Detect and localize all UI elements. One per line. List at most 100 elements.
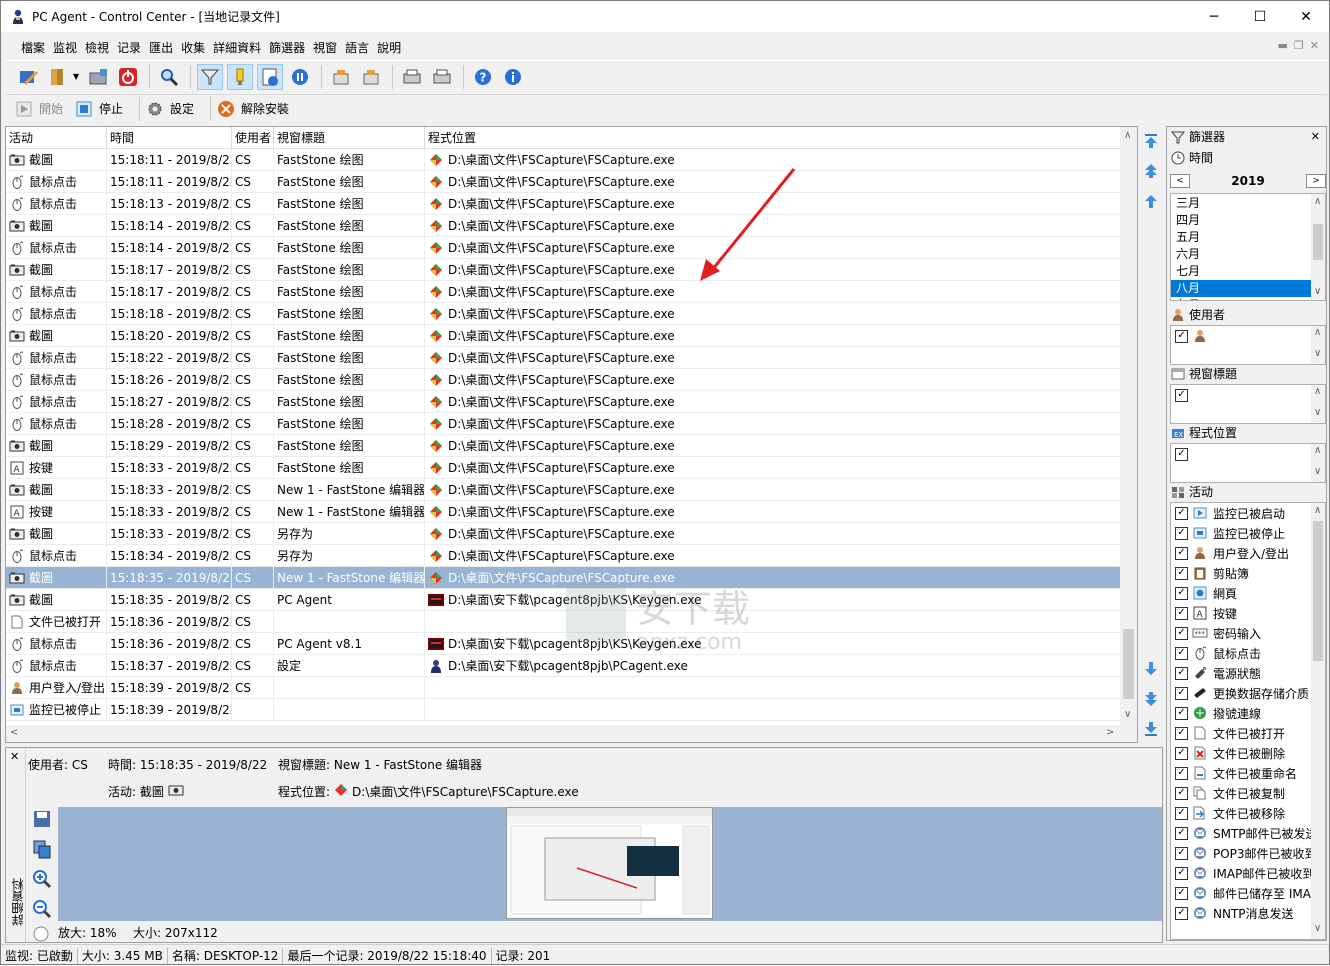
print-preview-icon[interactable]	[429, 64, 455, 90]
activity-filter-item[interactable]: ✓ 文件已被删除	[1171, 743, 1325, 763]
highlight-icon[interactable]	[227, 63, 254, 90]
pause-icon[interactable]	[287, 64, 313, 90]
computer-export-icon[interactable]	[85, 64, 111, 90]
menu-file[interactable]: 檔案	[17, 39, 49, 56]
table-row[interactable]: 鼠标点击 15:18:27 - 2019/8/22 CS FastStone 绘图 D:…	[6, 390, 1121, 413]
table-row[interactable]: 截圖 15:18:29 - 2019/8/22 CS FastStone 绘图 D:\桌…	[6, 434, 1121, 457]
scroll-up-icon[interactable]: ∧	[1124, 130, 1131, 141]
year-next-button[interactable]: >	[1306, 174, 1326, 188]
minimize-button[interactable]: ─	[1191, 1, 1237, 32]
activity-filter-item[interactable]: ✓ 更换数据存储介质	[1171, 683, 1325, 703]
activity-filter-checkbox[interactable]: ✓	[1175, 626, 1188, 640]
activity-filter-item[interactable]: ✓ 撥號連線	[1171, 703, 1325, 723]
menu-language[interactable]: 語言	[341, 39, 373, 56]
filter-close-icon[interactable]: ✕	[1311, 130, 1320, 143]
scroll-right-icon[interactable]: >	[1106, 727, 1114, 738]
settings-button[interactable]: 設定	[146, 100, 194, 118]
activity-filter-item[interactable]: ✓ A 按键	[1171, 603, 1325, 623]
activity-filter-checkbox[interactable]: ✓	[1175, 726, 1188, 740]
activity-filter-checkbox[interactable]: ✓	[1175, 766, 1188, 780]
activity-filter-checkbox[interactable]: ✓	[1175, 786, 1188, 800]
window-title-filter-item[interactable]: ✓	[1171, 385, 1325, 405]
up-icon[interactable]	[1143, 192, 1159, 210]
uninstall-button[interactable]: 解除安裝	[217, 100, 289, 118]
menu-export[interactable]: 匯出	[145, 39, 177, 56]
activity-scroll-up-icon[interactable]: ∧	[1314, 505, 1321, 516]
activity-filter-item[interactable]: ✓ IMAP邮件已被收到	[1171, 863, 1325, 883]
activity-filter-checkbox[interactable]: ✓	[1175, 526, 1188, 540]
power-icon[interactable]	[115, 64, 141, 90]
close-button[interactable]: ✕	[1283, 1, 1329, 32]
table-row[interactable]: 截圖 15:18:33 - 2019/8/22 CS 另存为 D:\桌面\文件\FSCa…	[6, 522, 1121, 545]
user-filter-checkbox[interactable]: ✓	[1175, 329, 1188, 343]
program-filter-item[interactable]: ✓	[1171, 444, 1325, 464]
table-row[interactable]: A 按键 15:18:33 - 2019/8/22 CS FastStone 绘图 D:\…	[6, 456, 1121, 479]
dropdown-arrow-icon[interactable]: ▼	[73, 72, 79, 81]
database-import-icon[interactable]	[358, 64, 384, 90]
copy-icon[interactable]	[29, 836, 55, 862]
table-row[interactable]: 鼠标点击 15:18:34 - 2019/8/22 CS 另存为 D:\桌面\文件\FS…	[6, 544, 1121, 567]
table-row[interactable]: 截圖 15:18:35 - 2019/8/22 CS PC Agent D:\桌面\安下…	[6, 588, 1121, 611]
table-row[interactable]: 文件已被打开 15:18:36 - 2019/8/22 CS	[6, 610, 1121, 633]
scroll-thumb[interactable]	[1123, 629, 1134, 699]
month-item[interactable]: 六月	[1171, 246, 1325, 263]
activity-filter-checkbox[interactable]: ✓	[1175, 686, 1188, 700]
table-row[interactable]: 截圖 15:18:11 - 2019/8/22 CS FastStone 绘图 D:\桌…	[6, 148, 1121, 171]
menu-record[interactable]: 记录	[113, 39, 145, 56]
month-item[interactable]: 三月	[1171, 195, 1325, 212]
user-filter-scrollbar[interactable]: ∧ ∨	[1311, 326, 1325, 364]
activity-filter-checkbox[interactable]: ✓	[1175, 826, 1188, 840]
activity-filter-checkbox[interactable]: ✓	[1175, 586, 1188, 600]
go-first-icon[interactable]	[1143, 132, 1159, 150]
program-filter-scrollbar[interactable]: ∧ ∨	[1311, 444, 1325, 482]
table-row[interactable]: 鼠标点击 15:18:18 - 2019/8/22 CS FastStone 绘图 D:…	[6, 302, 1121, 325]
month-item[interactable]: 九月	[1171, 297, 1325, 300]
activity-filter-item[interactable]: ✓ 網頁	[1171, 583, 1325, 603]
activity-filter-checkbox[interactable]: ✓	[1175, 866, 1188, 880]
column-activity[interactable]: 活动	[6, 127, 107, 149]
table-row[interactable]: 截圖 15:18:17 - 2019/8/22 CS FastStone 绘图 D:\桌…	[6, 258, 1121, 281]
month-scroll-thumb[interactable]	[1313, 224, 1323, 260]
table-row[interactable]: 截圖 15:18:33 - 2019/8/22 CS New 1 - FastSton…	[6, 478, 1121, 501]
window-title-filter-scrollbar[interactable]: ∧ ∨	[1311, 385, 1325, 423]
go-last-icon[interactable]	[1143, 720, 1159, 738]
activity-filter-checkbox[interactable]: ✓	[1175, 566, 1188, 580]
column-window-title[interactable]: 視窗標題	[274, 127, 425, 149]
start-button[interactable]: 開始	[15, 100, 63, 118]
month-scrollbar[interactable]: ∧ ∨	[1311, 194, 1325, 300]
page-down-icon[interactable]	[1143, 690, 1159, 708]
print-icon[interactable]	[399, 64, 425, 90]
column-user[interactable]: 使用者	[232, 127, 274, 149]
activity-filter-item[interactable]: ✓ 用户登入/登出	[1171, 543, 1325, 563]
table-row[interactable]: 截圖 15:18:35 - 2019/8/22 CS New 1 - FastSton…	[6, 566, 1121, 589]
table-row[interactable]: 鼠标点击 15:18:36 - 2019/8/22 CS PC Agent v8.1 D…	[6, 632, 1121, 655]
activity-filter-item[interactable]: ✓ SMTP邮件已被发送	[1171, 823, 1325, 843]
month-item[interactable]: 七月	[1171, 263, 1325, 280]
year-prev-button[interactable]: <	[1170, 174, 1190, 188]
activity-filter-item[interactable]: ✓ 電源狀態	[1171, 663, 1325, 683]
zoom-in-icon[interactable]	[29, 866, 55, 892]
table-row[interactable]: 鼠标点击 15:18:26 - 2019/8/22 CS FastStone 绘图 D:…	[6, 368, 1121, 391]
mdi-minimize-icon[interactable]: ▬	[1278, 39, 1288, 52]
activity-filter-item[interactable]: ✓ *** 密码输入	[1171, 623, 1325, 643]
column-program-path[interactable]: 程式位置	[425, 127, 1121, 149]
table-row[interactable]: 鼠标点击 15:18:14 - 2019/8/22 CS FastStone 绘图 D:…	[6, 236, 1121, 259]
table-row[interactable]: 截圖 15:18:20 - 2019/8/22 CS FastStone 绘图 D:\桌…	[6, 324, 1121, 347]
maximize-button[interactable]: ☐	[1237, 1, 1283, 32]
help-icon[interactable]: ?	[470, 64, 496, 90]
activity-filter-checkbox[interactable]: ✓	[1175, 506, 1188, 520]
activity-filter-item[interactable]: ✓ 监控已被启动	[1171, 503, 1325, 523]
activity-filter-checkbox[interactable]: ✓	[1175, 746, 1188, 760]
activity-filter-checkbox[interactable]: ✓	[1175, 666, 1188, 680]
activity-filter-item[interactable]: ✓ NNTP消息发送	[1171, 903, 1325, 923]
table-row[interactable]: A 按键 15:18:33 - 2019/8/22 CS New 1 - FastSto…	[6, 500, 1121, 523]
activity-filter-checkbox[interactable]: ✓	[1175, 846, 1188, 860]
month-item[interactable]: 八月	[1171, 280, 1325, 297]
activity-filter-checkbox[interactable]: ✓	[1175, 806, 1188, 820]
database-export-icon[interactable]	[328, 64, 354, 90]
activity-filter-item[interactable]: ✓ POP3邮件已被收到	[1171, 843, 1325, 863]
book-icon[interactable]	[45, 64, 71, 90]
activity-filter-scrollbar[interactable]: ∧ ∨	[1311, 503, 1325, 939]
program-filter-checkbox[interactable]: ✓	[1175, 447, 1188, 461]
activity-filter-item[interactable]: ✓ 文件已被复制	[1171, 783, 1325, 803]
